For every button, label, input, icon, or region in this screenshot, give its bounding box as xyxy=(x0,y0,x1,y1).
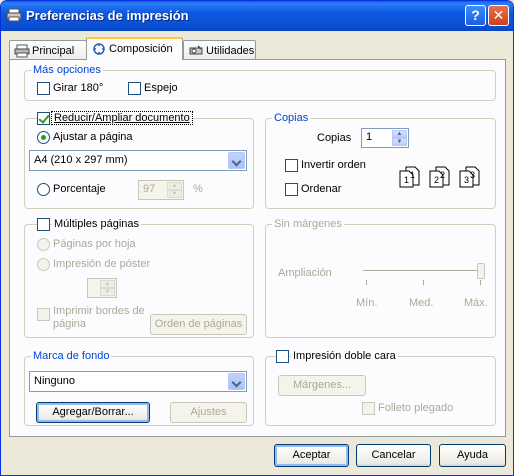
multiples-checkbox[interactable] xyxy=(37,218,50,231)
spin-down-icon[interactable]: ▼ xyxy=(392,138,407,146)
reducir-checkbox[interactable] xyxy=(37,112,50,125)
doble-cara-checkbox[interactable] xyxy=(276,350,289,363)
ajustes-button[interactable]: Ajustes xyxy=(170,402,247,423)
chevron-down-icon[interactable] xyxy=(228,152,245,169)
copias-title: Copias xyxy=(272,112,311,124)
margenes-button[interactable]: Márgenes... xyxy=(278,375,366,396)
mas-opciones-group: Más opciones Girar 180° Espejo xyxy=(24,64,496,101)
marca-fondo-value: Ninguno xyxy=(34,375,75,387)
tick-label-max: Máx. xyxy=(464,297,488,309)
folleto-checkbox[interactable] xyxy=(362,402,375,415)
espejo-label[interactable]: Espejo xyxy=(144,82,178,94)
printer-icon xyxy=(6,8,22,22)
printer-icon xyxy=(14,44,30,58)
collate-digit: 3 xyxy=(464,175,469,185)
folleto-label[interactable]: Folleto plegado xyxy=(378,402,453,414)
tab-composicion-label: Composición xyxy=(109,42,173,55)
paginas-por-hoja-label[interactable]: Páginas por hoja xyxy=(53,238,136,250)
percent-sign: % xyxy=(193,183,203,195)
copias-value: 1 xyxy=(366,131,373,143)
collate-digit: 3 xyxy=(470,170,475,180)
impresion-poster-label[interactable]: Impresión de póster xyxy=(53,258,150,270)
espejo-checkbox[interactable] xyxy=(128,82,141,95)
sin-margenes-title: Sin márgenes xyxy=(272,218,344,230)
spin-down-icon[interactable]: ▼ xyxy=(167,190,182,198)
invertir-checkbox[interactable] xyxy=(285,159,298,172)
paginas-por-hoja-radio[interactable] xyxy=(37,238,50,251)
tab-principal[interactable]: Principal xyxy=(9,40,87,60)
title-bar[interactable]: Preferencias de impresión ? ✕ xyxy=(1,1,513,31)
slider-tick xyxy=(480,280,481,285)
ampliacion-slider-track[interactable] xyxy=(363,270,483,272)
porcentaje-spinner[interactable]: 97 ▲ ▼ xyxy=(138,180,184,200)
ordenar-checkbox[interactable] xyxy=(285,183,298,196)
composicion-panel: Más opciones Girar 180° Espejo Reducir/A… xyxy=(9,59,506,437)
porcentaje-label[interactable]: Porcentaje xyxy=(53,183,106,195)
window-title: Preferencias de impresión xyxy=(26,8,189,23)
chevron-down-icon[interactable] xyxy=(228,373,245,390)
mas-opciones-title: Más opciones xyxy=(31,64,103,76)
tools-icon xyxy=(189,45,203,55)
porcentaje-radio[interactable] xyxy=(37,183,50,196)
tick-label-min: Mín. xyxy=(356,297,378,309)
collate-digit: 1 xyxy=(410,170,415,180)
slider-tick xyxy=(366,280,367,285)
agregar-borrar-button[interactable]: Agregar/Borrar... xyxy=(36,402,150,423)
imprimir-bordes-label-1[interactable]: Imprimir bordes de xyxy=(53,305,145,317)
marca-fondo-title: Marca de fondo xyxy=(31,350,112,362)
spin-up-icon[interactable]: ▲ xyxy=(100,280,115,288)
reducir-label[interactable]: Reducir/Ampliar documento xyxy=(51,111,193,125)
multiples-label[interactable]: Múltiples páginas xyxy=(52,218,141,230)
multiples-group: Múltiples páginas Páginas por hoja Impre… xyxy=(24,218,254,338)
print-preferences-window: Preferencias de impresión ? ✕ Principal … xyxy=(0,0,514,476)
imprimir-bordes-label-2[interactable]: página xyxy=(53,318,86,330)
paper-size-value: A4 (210 x 297 mm) xyxy=(34,154,128,166)
orden-paginas-button[interactable]: Orden de páginas xyxy=(150,314,247,335)
ampliacion-slider-thumb[interactable] xyxy=(477,263,485,279)
reducir-group: Reducir/Ampliar documento Ajustar a pági… xyxy=(24,111,254,209)
spin-up-icon[interactable]: ▲ xyxy=(167,182,182,190)
ajustar-radio[interactable] xyxy=(37,131,50,144)
help-button[interactable]: ? xyxy=(465,5,486,26)
copias-group: Copias Copias 1 ▲ ▼ Invertir orden Orden… xyxy=(265,112,496,209)
marca-fondo-select[interactable]: Ninguno xyxy=(29,371,247,392)
layout-icon xyxy=(93,43,105,55)
girar-label[interactable]: Girar 180° xyxy=(53,82,103,94)
close-button[interactable]: ✕ xyxy=(488,5,509,26)
porcentaje-value: 97 xyxy=(143,183,156,195)
ayuda-button[interactable]: Ayuda xyxy=(439,444,506,467)
cancelar-button[interactable]: Cancelar xyxy=(356,444,431,467)
collate-digit: 1 xyxy=(404,175,409,185)
girar-checkbox[interactable] xyxy=(37,82,50,95)
ajustar-label[interactable]: Ajustar a página xyxy=(53,131,133,143)
paper-size-select[interactable]: A4 (210 x 297 mm) xyxy=(29,150,247,171)
tab-utilidades[interactable]: Utilidades xyxy=(183,40,256,60)
tab-composicion[interactable]: Composición xyxy=(86,37,183,60)
collate-icon: 1 1 2 2 3 3 xyxy=(399,166,480,188)
tick-label-med: Med. xyxy=(409,297,434,309)
collate-digit: 2 xyxy=(440,170,445,180)
collate-digit: 2 xyxy=(434,175,439,185)
copias-spinner[interactable]: 1 ▲ ▼ xyxy=(361,128,409,148)
spin-down-icon[interactable]: ▼ xyxy=(100,288,115,296)
marca-fondo-group: Marca de fondo Ninguno Agregar/Borrar...… xyxy=(24,350,254,426)
copias-label: Copias xyxy=(317,132,352,144)
sin-margenes-group: Sin márgenes Ampliación Mín. Med. Máx. xyxy=(265,218,496,338)
ampliacion-label: Ampliación xyxy=(278,267,332,279)
invertir-label[interactable]: Invertir orden xyxy=(301,159,366,171)
spin-up-icon[interactable]: ▲ xyxy=(392,130,407,138)
slider-tick xyxy=(423,280,424,285)
ordenar-label[interactable]: Ordenar xyxy=(301,183,341,195)
aceptar-button[interactable]: Aceptar xyxy=(274,444,349,467)
tab-principal-label: Principal xyxy=(32,44,75,57)
impresion-poster-radio[interactable] xyxy=(37,258,50,271)
doble-cara-group: Impresión doble cara Márgenes... Folleto… xyxy=(265,350,496,426)
poster-spinner[interactable]: ▲ ▼ xyxy=(87,278,117,298)
tab-utilidades-label: Utilidades xyxy=(206,44,255,57)
doble-cara-label[interactable]: Impresión doble cara xyxy=(291,350,398,362)
imprimir-bordes-checkbox[interactable] xyxy=(37,308,50,321)
